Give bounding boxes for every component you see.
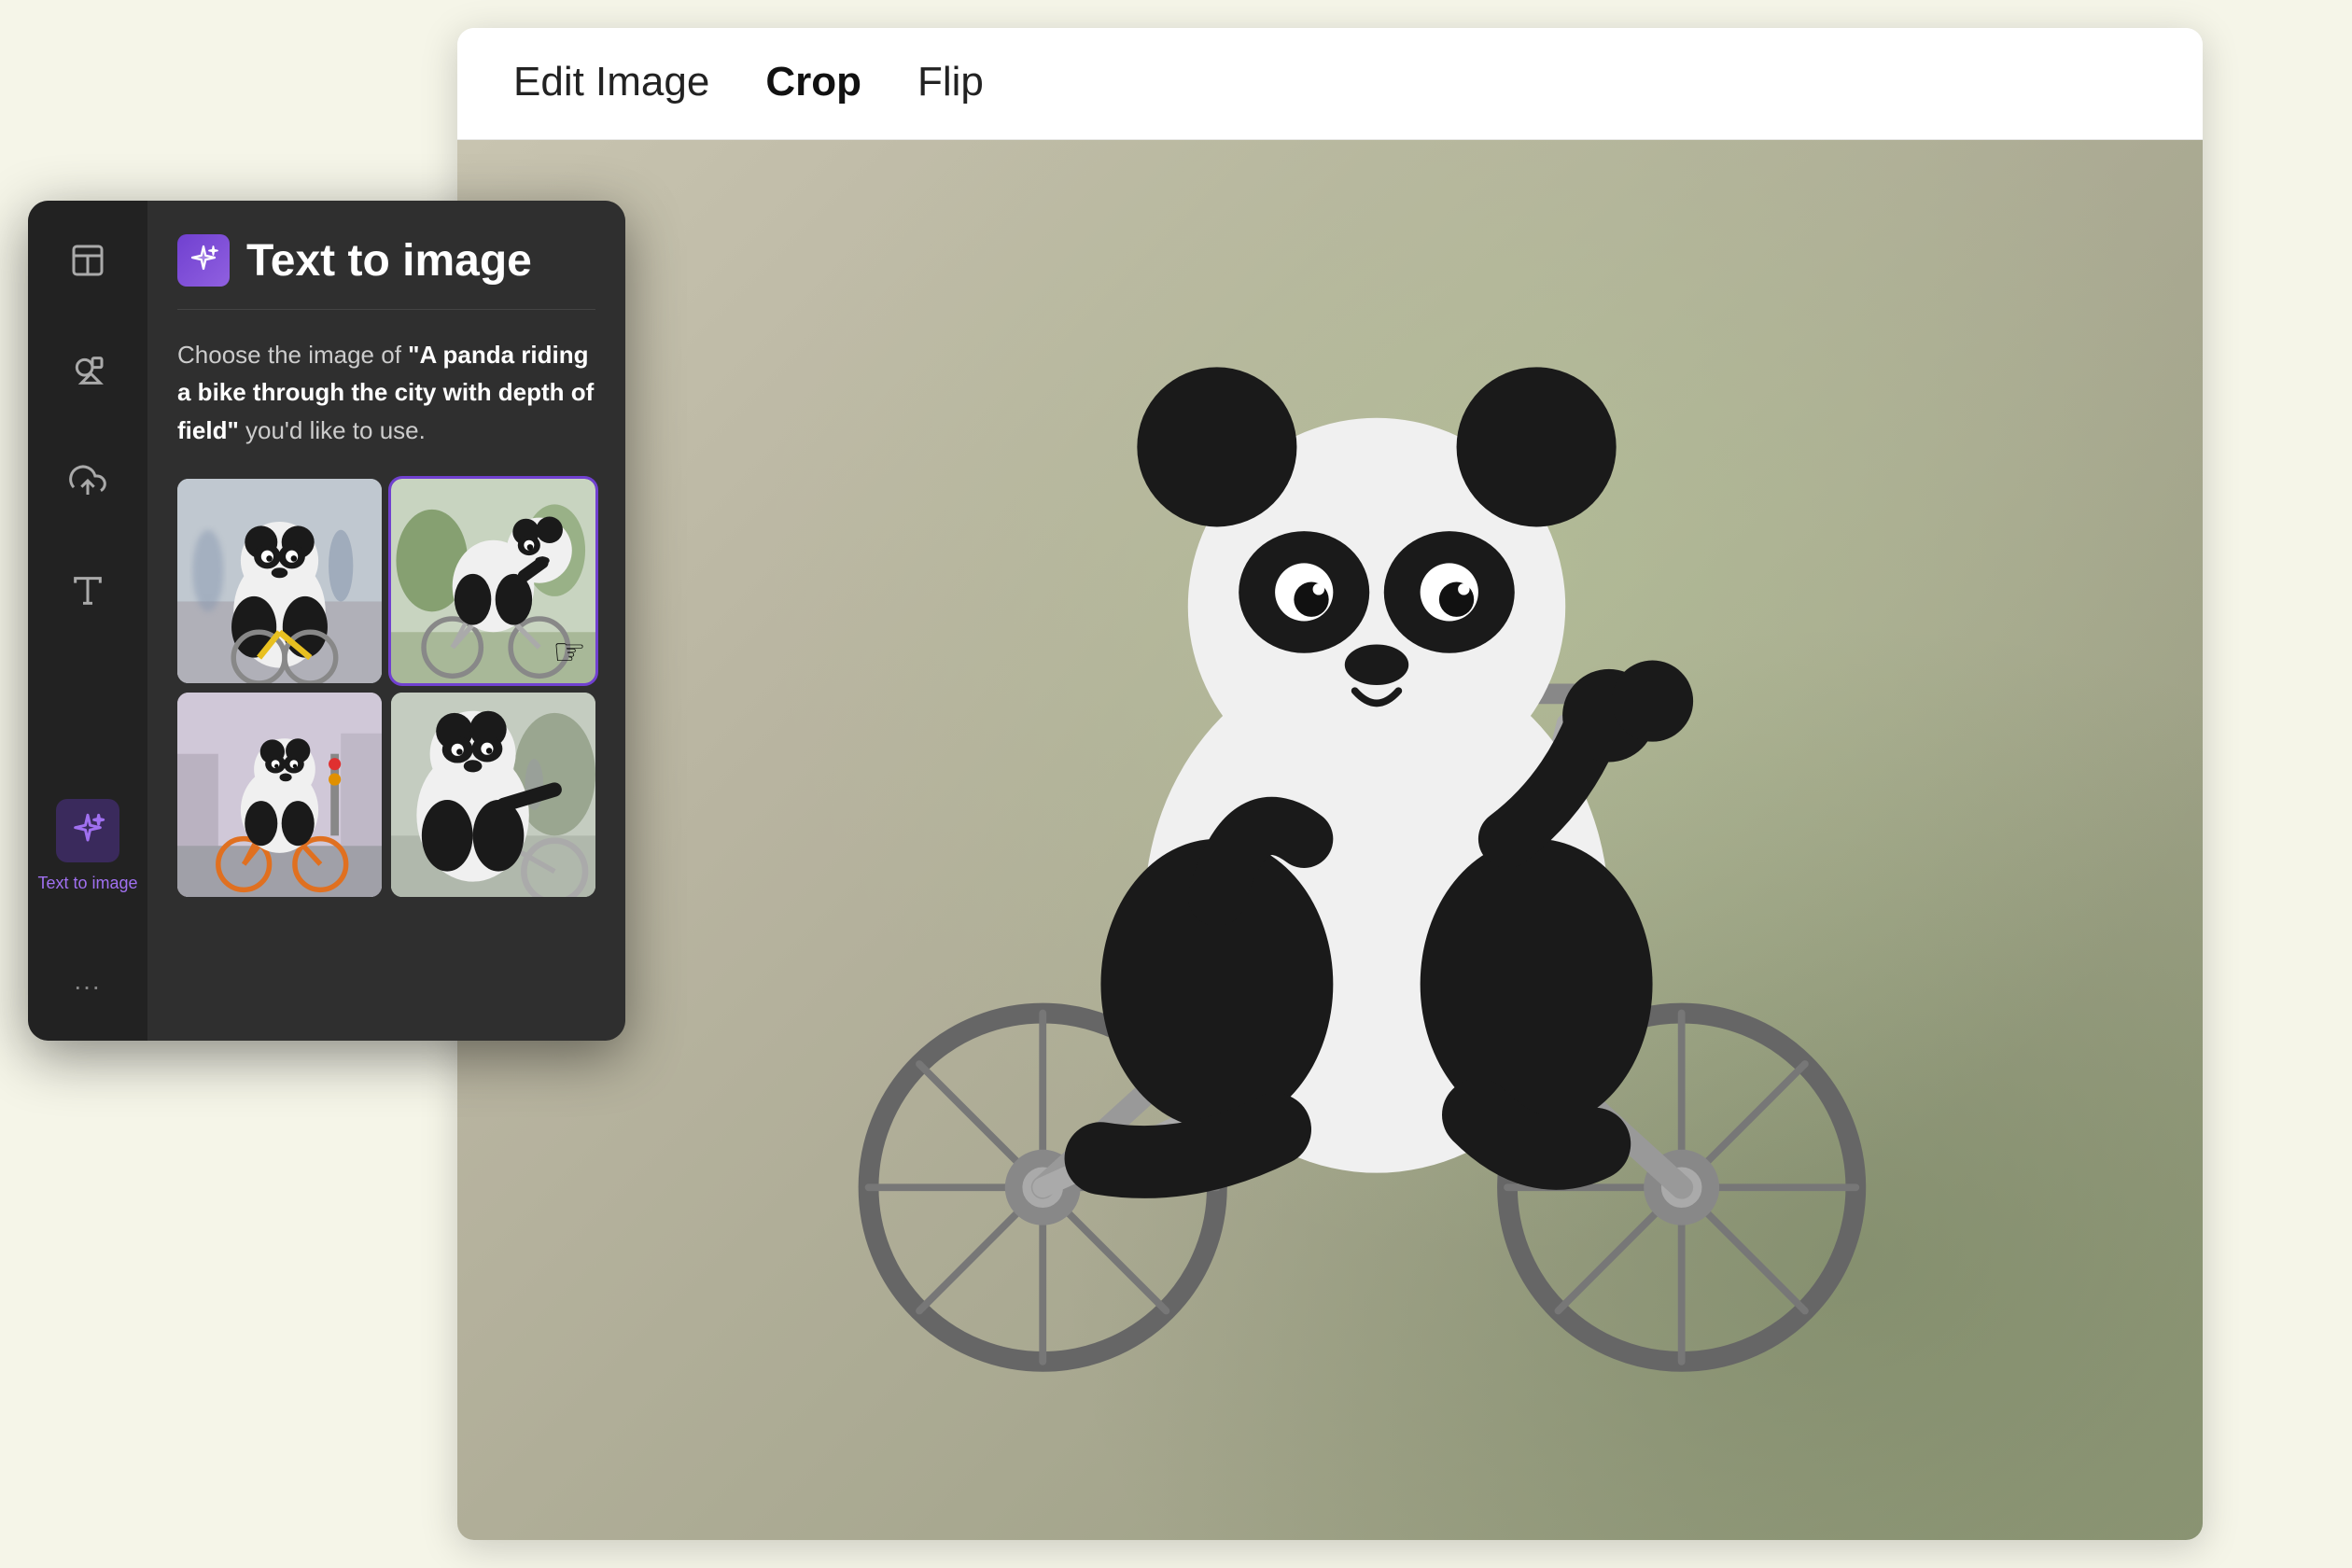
tab-edit-image[interactable]: Edit Image [513, 51, 709, 116]
panda-bike-svg [723, 261, 2030, 1475]
shapes-icon[interactable] [56, 339, 119, 402]
image-grid: ☞ [177, 479, 595, 897]
tab-crop[interactable]: Crop [765, 51, 861, 116]
shapes-svg [69, 352, 106, 389]
text-to-image-label: Text to image [37, 874, 137, 893]
panda-figure [551, 196, 2203, 1540]
editor-canvas [457, 140, 2203, 1540]
panel-icon-box [177, 234, 230, 287]
panda-cell-3-svg [177, 693, 382, 897]
panda-image-1[interactable] [177, 479, 382, 683]
dots-label: ... [74, 966, 101, 996]
panda-body [1100, 367, 1693, 1172]
panda-cell-1-svg [177, 479, 382, 683]
sidebar-panel: Text to image ... Text to image Choose t… [28, 201, 625, 1041]
layout-svg [69, 242, 106, 279]
panel-divider [177, 309, 595, 310]
panda-image-2[interactable]: ☞ [391, 479, 595, 683]
panel-title: Text to image [246, 235, 532, 287]
layout-icon[interactable] [56, 229, 119, 292]
panda-image-4[interactable] [391, 693, 595, 897]
panel-description: Choose the image of "A panda riding a bi… [177, 336, 595, 449]
panda-image-3[interactable] [177, 693, 382, 897]
panda-cell-2-svg [391, 479, 595, 683]
content-panel: Text to image Choose the image of "A pan… [147, 201, 625, 1041]
panel-magic-icon [187, 244, 220, 277]
icon-rail: Text to image ... [28, 201, 147, 1041]
tab-flip[interactable]: Flip [917, 51, 984, 116]
upload-icon[interactable] [56, 449, 119, 512]
editor-toolbar: Edit Image Crop Flip [457, 28, 2203, 140]
more-options-icon[interactable]: ... [56, 949, 119, 1013]
image-editor-panel: Edit Image Crop Flip [457, 28, 2203, 1540]
text-to-image-icon[interactable] [56, 799, 119, 862]
panda-cell-4-svg [391, 693, 595, 897]
text-icon[interactable] [56, 559, 119, 623]
panel-header: Text to image [177, 234, 595, 287]
upload-svg [69, 462, 106, 499]
text-svg [69, 572, 106, 609]
magic-svg [69, 812, 106, 849]
